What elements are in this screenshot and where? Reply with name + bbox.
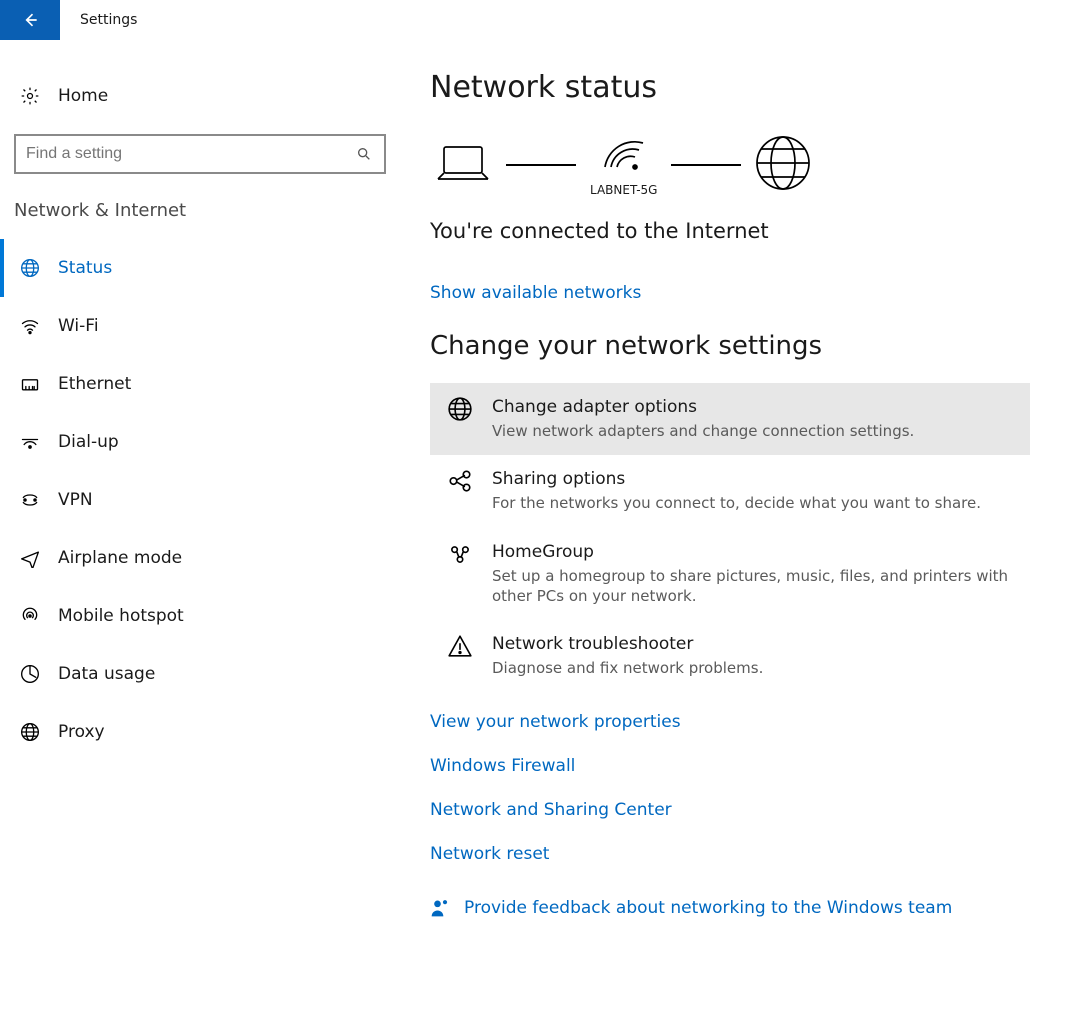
sidebar-item-label: Proxy [58, 722, 105, 742]
sidebar-item-proxy[interactable]: Proxy [0, 703, 400, 761]
airplane-icon [20, 548, 40, 568]
sidebar-item-status[interactable]: Status [0, 239, 400, 297]
card-title: Sharing options [492, 469, 981, 489]
card-desc: Diagnose and fix network problems. [492, 658, 763, 678]
section-header: Network & Internet [0, 200, 400, 221]
vpn-icon [20, 490, 40, 510]
setting-card-homegroup[interactable]: HomeGroup Set up a homegroup to share pic… [430, 528, 1030, 621]
link-network-reset[interactable]: Network reset [430, 844, 1030, 864]
homegroup-icon [446, 544, 474, 564]
gear-icon [20, 86, 40, 106]
sidebar-item-label: Dial-up [58, 432, 119, 452]
card-desc: For the networks you connect to, decide … [492, 493, 981, 513]
settings-cards: Change adapter options View network adapt… [430, 383, 1030, 692]
ethernet-icon [20, 374, 40, 394]
warning-icon [446, 636, 474, 656]
links-block: View your network properties Windows Fire… [430, 712, 1030, 864]
page-title: Network status [430, 70, 1030, 105]
sidebar-item-dial-up[interactable]: Dial-up [0, 413, 400, 471]
window-title: Settings [80, 12, 137, 28]
setting-card-change-adapter-options[interactable]: Change adapter options View network adapt… [430, 383, 1030, 455]
home-nav[interactable]: Home [0, 70, 400, 122]
feedback-icon [430, 898, 450, 918]
sidebar-item-ethernet[interactable]: Ethernet [0, 355, 400, 413]
search-icon [354, 144, 374, 164]
sidebar-item-label: Airplane mode [58, 548, 182, 568]
connection-status: You're connected to the Internet [430, 219, 1030, 243]
setting-card-network-troubleshooter[interactable]: Network troubleshooter Diagnose and fix n… [430, 620, 1030, 692]
home-label: Home [58, 86, 108, 106]
laptop-icon [434, 141, 492, 189]
card-desc: Set up a homegroup to share pictures, mu… [492, 566, 1012, 607]
right-pane: Network status LABNET-5G You're connecte… [400, 40, 1070, 1030]
share-icon [446, 471, 474, 491]
globe-icon [20, 258, 40, 278]
sidebar-item-airplane-mode[interactable]: Airplane mode [0, 529, 400, 587]
show-networks-link[interactable]: Show available networks [430, 283, 641, 303]
setting-card-sharing-options[interactable]: Sharing options For the networks you conn… [430, 455, 1030, 527]
sidebar-item-label: Data usage [58, 664, 155, 684]
diagram-line [671, 164, 741, 166]
feedback-link[interactable]: Provide feedback about networking to the… [430, 898, 1030, 918]
sidebar-item-label: Status [58, 258, 112, 278]
subheading: Change your network settings [430, 331, 1030, 361]
search-input[interactable] [26, 145, 354, 163]
sidebar-item-wi-fi[interactable]: Wi-Fi [0, 297, 400, 355]
side-nav: Status Wi-Fi Ethernet Dial-up VPN Airplane mo… [0, 239, 400, 761]
datausage-icon [20, 664, 40, 684]
card-title: Network troubleshooter [492, 634, 763, 654]
left-pane: Home Network & Internet Status Wi-Fi Ether… [0, 40, 400, 1030]
dialup-icon [20, 432, 40, 452]
network-name-label: LABNET-5G [590, 183, 657, 197]
sidebar-item-mobile-hotspot[interactable]: Mobile hotspot [0, 587, 400, 645]
back-button[interactable] [0, 0, 60, 40]
sidebar-item-label: VPN [58, 490, 93, 510]
search-box[interactable] [14, 134, 386, 174]
card-title: HomeGroup [492, 542, 1012, 562]
globe-icon [446, 399, 474, 419]
hotspot-icon [20, 606, 40, 626]
card-title: Change adapter options [492, 397, 914, 417]
diagram-line [506, 164, 576, 166]
sidebar-item-data-usage[interactable]: Data usage [0, 645, 400, 703]
sidebar-item-label: Mobile hotspot [58, 606, 184, 626]
feedback-label: Provide feedback about networking to the… [464, 898, 952, 918]
link-view-your-network-properties[interactable]: View your network properties [430, 712, 1030, 732]
network-diagram: LABNET-5G [434, 133, 1030, 197]
sidebar-item-label: Ethernet [58, 374, 131, 394]
sidebar-item-vpn[interactable]: VPN [0, 471, 400, 529]
back-arrow-icon [20, 10, 40, 30]
link-network-and-sharing-center[interactable]: Network and Sharing Center [430, 800, 1030, 820]
globe-icon [755, 135, 811, 195]
sidebar-item-label: Wi-Fi [58, 316, 99, 336]
globe-icon [20, 722, 40, 742]
titlebar: Settings [0, 0, 1070, 40]
link-windows-firewall[interactable]: Windows Firewall [430, 756, 1030, 776]
card-desc: View network adapters and change connect… [492, 421, 914, 441]
wifi-icon [20, 316, 40, 336]
wifi-signal-icon [599, 159, 649, 177]
